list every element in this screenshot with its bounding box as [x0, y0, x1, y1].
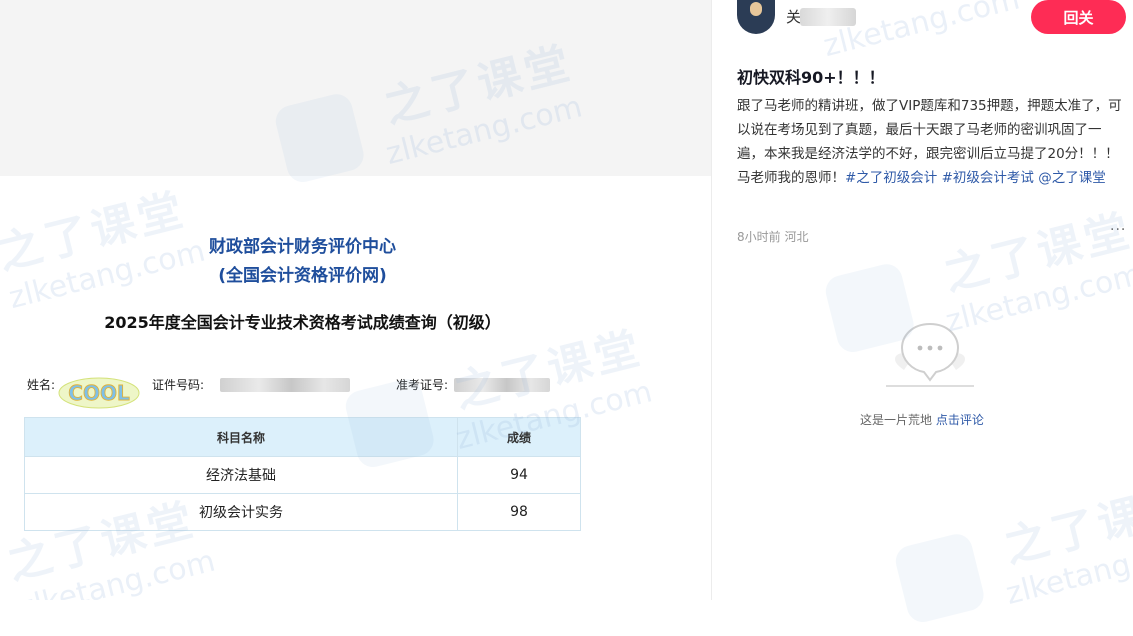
id-number-label: 证件号码:	[152, 378, 205, 392]
table-row: 经济法基础 94	[24, 456, 581, 494]
hashtag-link[interactable]: #初级会计考试	[942, 170, 1034, 186]
cool-sticker-icon: COOL	[58, 377, 140, 409]
more-options-icon[interactable]: ···	[1110, 222, 1126, 238]
ticket-number-label: 准考证号:	[396, 378, 449, 392]
watermark-logo-icon	[892, 530, 987, 626]
document-title: 财政部会计财务评价中心	[209, 237, 396, 257]
subject-cell: 经济法基础	[24, 456, 458, 494]
name-label: 姓名:	[27, 378, 56, 392]
table-row: 初级会计实务 98	[24, 493, 581, 531]
redacted-ticket-number	[454, 378, 550, 392]
panel-divider	[711, 0, 712, 600]
follow-back-button[interactable]: 回关	[1031, 0, 1126, 34]
column-header-score: 成绩	[457, 417, 581, 457]
comment-link[interactable]: 点击评论	[936, 413, 984, 427]
score-image-panel: 财政部会计财务评价中心 (全国会计资格评价网) 2025年度全国会计专业技术资格…	[0, 0, 712, 600]
table-header-row: 科目名称 成绩	[24, 417, 581, 457]
mention-link[interactable]: @之了课堂	[1038, 170, 1106, 186]
empty-comments-message: 这是一片荒地 点击评论	[860, 411, 984, 428]
score-cell: 94	[457, 456, 581, 494]
post-time: 8小时前	[737, 230, 781, 244]
score-cell: 98	[457, 493, 581, 531]
post-title: 初快双科90+！！！	[737, 68, 885, 87]
document-heading: 2025年度全国会计专业技术资格考试成绩查询（初级）	[104, 313, 501, 332]
hashtag-link[interactable]: #之了初级会计	[845, 170, 937, 186]
subject-cell: 初级会计实务	[24, 493, 458, 531]
score-table: 科目名称 成绩 经济法基础 94 初级会计实务 98	[24, 417, 581, 531]
svg-text:COOL: COOL	[68, 381, 130, 405]
empty-comments-text: 这是一片荒地	[860, 413, 933, 427]
avatar-face	[750, 2, 762, 16]
avatar[interactable]	[737, 0, 775, 34]
post-body: 跟了马老师的精讲班，做了VIP题库和735押题，押题太准了，可以说在考场见到了真…	[737, 94, 1123, 190]
username[interactable]: 关	[786, 6, 801, 27]
empty-comments-icon	[886, 322, 974, 387]
column-header-subject: 科目名称	[24, 417, 458, 457]
post-meta: 8小时前 河北	[737, 228, 808, 245]
watermark: 之了课堂 zlketang.com	[890, 467, 1133, 636]
redacted-id-number	[220, 378, 350, 392]
post-location: 河北	[784, 230, 809, 244]
redacted-username	[800, 8, 856, 26]
image-top-area	[0, 0, 712, 176]
document-subtitle: (全国会计资格评价网)	[218, 266, 387, 286]
